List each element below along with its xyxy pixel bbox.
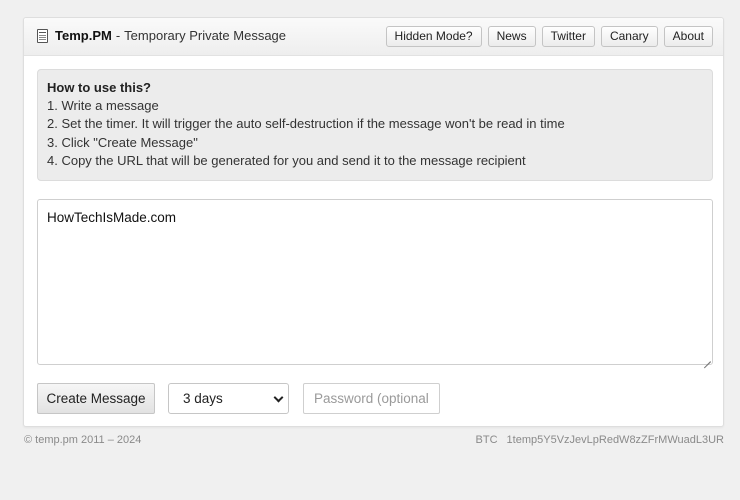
btc-donation: BTC 1temp5Y5VzJevLpRedW8zZFrMWuadL3UR [476,434,724,446]
nav-bar: Hidden Mode? News Twitter Canary About [385,26,713,47]
instructions-title: How to use this? [47,80,151,95]
brand-tagline: Temporary Private Message [124,28,287,43]
main-card: Temp.PM - Temporary Private Message Hidd… [23,17,724,427]
create-message-button[interactable]: Create Message [37,383,155,414]
instruction-step: 1. Write a message [47,98,159,114]
twitter-button[interactable]: Twitter [541,26,595,47]
btc-label: BTC [475,434,498,446]
btc-address[interactable]: 1temp5Y5VzJevLpRedW8zZFrMWuadL3UR [507,434,724,446]
about-button[interactable]: About [663,26,713,47]
news-button[interactable]: News [487,26,536,47]
instruction-step: 4. Copy the URL that will be generated f… [47,152,526,168]
instructions-panel: How to use this? 1. Write a message 2. S… [37,69,713,181]
copyright-text: © temp.pm 2011 – 2024 [24,434,142,446]
resize-handle-icon[interactable] [704,355,711,362]
message-textarea[interactable]: HowTechIsMade.com [37,199,713,365]
brand-name[interactable]: Temp.PM [55,28,112,43]
chevron-down-icon [273,392,284,403]
timer-selected-value: 3 days [183,391,223,406]
instruction-step: 2. Set the timer. It will trigger the au… [47,116,565,132]
canary-button[interactable]: Canary [600,26,658,47]
document-icon [37,28,48,43]
timer-select[interactable]: 3 days [168,383,289,414]
password-field[interactable] [303,383,440,414]
brand[interactable]: Temp.PM - Temporary Private Message [37,28,286,43]
brand-separator: - [115,28,121,43]
header-bar: Temp.PM - Temporary Private Message Hidd… [24,18,723,56]
hidden-mode-button[interactable]: Hidden Mode? [385,26,482,47]
instruction-step: 3. Click "Create Message" [47,134,198,150]
